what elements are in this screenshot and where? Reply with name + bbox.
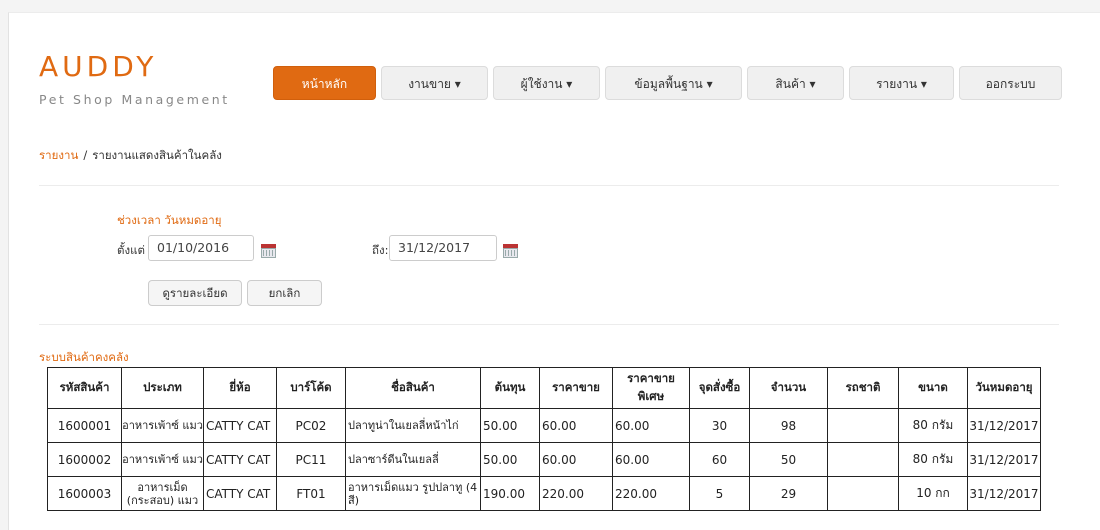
cell-size: 80 กรัม bbox=[898, 442, 968, 477]
col-header: ประเภท bbox=[121, 367, 204, 409]
cell-flavor bbox=[827, 476, 899, 511]
view-details-button[interactable]: ดูรายละเอียด bbox=[148, 280, 242, 306]
from-date-input[interactable]: 01/10/2016 bbox=[148, 235, 254, 261]
table-row: 1600003 อาหารเม็ด (กระสอบ) แมว CATTY CAT… bbox=[47, 476, 1041, 511]
cell-name: ปลาซาร์ดีนในเยลลี่ bbox=[345, 442, 481, 477]
col-header: ราคาขาย พิเศษ bbox=[612, 367, 690, 409]
breadcrumb: รายงาน / รายงานแสดงสินค้าในคลัง bbox=[39, 147, 222, 165]
col-header: ขนาด bbox=[898, 367, 968, 409]
brand-subtitle: Pet Shop Management bbox=[39, 92, 230, 107]
calendar-icon[interactable] bbox=[261, 244, 276, 258]
breadcrumb-separator: / bbox=[83, 148, 88, 162]
cell-code: 1600003 bbox=[47, 476, 122, 511]
cell-category: อาหารเม็ด (กระสอบ) แมว bbox=[121, 476, 204, 511]
cell-barcode: PC02 bbox=[276, 408, 346, 443]
cell-code: 1600002 bbox=[47, 442, 122, 477]
brand-logo: AUDDY Pet Shop Management bbox=[39, 50, 230, 108]
cell-price: 220.00 bbox=[539, 476, 613, 511]
nav-master-data[interactable]: ข้อมูลพื้นฐาน ▾ bbox=[605, 66, 742, 100]
cell-size: 80 กรัม bbox=[898, 408, 968, 443]
cell-name: อาหารเม็ดแมว รูปปลาทู (4 สี) bbox=[345, 476, 481, 511]
nav-sales[interactable]: งานขาย ▾ bbox=[381, 66, 488, 100]
cell-brand: CATTY CAT bbox=[203, 442, 277, 477]
cell-reorder-point: 5 bbox=[689, 476, 750, 511]
col-header: รหัสสินค้า bbox=[47, 367, 122, 409]
cell-quantity: 29 bbox=[749, 476, 828, 511]
breadcrumb-link-reports[interactable]: รายงาน bbox=[39, 148, 78, 162]
nav-users[interactable]: ผู้ใช้งาน ▾ bbox=[493, 66, 600, 100]
cell-category: อาหารเพ้าซ์ แมว bbox=[121, 408, 204, 443]
cell-size: 10 กก bbox=[898, 476, 968, 511]
nav-products[interactable]: สินค้า ▾ bbox=[747, 66, 844, 100]
cell-quantity: 50 bbox=[749, 442, 828, 477]
table-row: 1600001 อาหารเพ้าซ์ แมว CATTY CAT PC02 ป… bbox=[47, 408, 1041, 443]
col-header: ต้นทุน bbox=[480, 367, 540, 409]
cell-barcode: FT01 bbox=[276, 476, 346, 511]
cell-reorder-point: 60 bbox=[689, 442, 750, 477]
cell-cost: 190.00 bbox=[480, 476, 540, 511]
cell-brand: CATTY CAT bbox=[203, 408, 277, 443]
cell-quantity: 98 bbox=[749, 408, 828, 443]
filter-title: ช่วงเวลา วันหมดอายุ bbox=[117, 213, 222, 227]
cell-price: 60.00 bbox=[539, 408, 613, 443]
section-title: ระบบสินค้าคงคลัง bbox=[39, 350, 129, 364]
cell-reorder-point: 30 bbox=[689, 408, 750, 443]
col-header: วันหมดอายุ bbox=[967, 367, 1041, 409]
cell-category: อาหารเพ้าซ์ แมว bbox=[121, 442, 204, 477]
cell-special-price: 220.00 bbox=[612, 476, 690, 511]
divider-mid bbox=[39, 324, 1059, 325]
to-date-input[interactable]: 31/12/2017 bbox=[389, 235, 497, 261]
cell-barcode: PC11 bbox=[276, 442, 346, 477]
col-header: จำนวน bbox=[749, 367, 828, 409]
calendar-icon[interactable] bbox=[503, 244, 518, 258]
breadcrumb-current: รายงานแสดงสินค้าในคลัง bbox=[92, 148, 222, 162]
col-header: จุดสั่งซื้อ bbox=[689, 367, 750, 409]
nav-home[interactable]: หน้าหลัก bbox=[273, 66, 376, 100]
cell-special-price: 60.00 bbox=[612, 408, 690, 443]
table-row: 1600002 อาหารเพ้าซ์ แมว CATTY CAT PC11 ป… bbox=[47, 442, 1041, 477]
cell-cost: 50.00 bbox=[480, 442, 540, 477]
col-header: บาร์โค้ด bbox=[276, 367, 346, 409]
col-header: ราคาขาย bbox=[539, 367, 613, 409]
cell-name: ปลาทูน่าในเยลลี่หน้าไก่ bbox=[345, 408, 481, 443]
cell-cost: 50.00 bbox=[480, 408, 540, 443]
cell-flavor bbox=[827, 408, 899, 443]
to-label: ถึง: bbox=[372, 243, 389, 257]
cell-expiry: 31/12/2017 bbox=[967, 408, 1041, 443]
inventory-table: รหัสสินค้า ประเภท ยี่ห้อ บาร์โค้ด ชื่อสิ… bbox=[47, 367, 1041, 511]
cell-price: 60.00 bbox=[539, 442, 613, 477]
col-header: ชื่อสินค้า bbox=[345, 367, 481, 409]
divider-top bbox=[39, 185, 1059, 186]
nav-logout[interactable]: ออกระบบ bbox=[959, 66, 1062, 100]
cell-expiry: 31/12/2017 bbox=[967, 442, 1041, 477]
cell-code: 1600001 bbox=[47, 408, 122, 443]
col-header: รถชาติ bbox=[827, 367, 899, 409]
nav-reports[interactable]: รายงาน ▾ bbox=[849, 66, 954, 100]
table-header-row: รหัสสินค้า ประเภท ยี่ห้อ บาร์โค้ด ชื่อสิ… bbox=[47, 367, 1041, 409]
cell-flavor bbox=[827, 442, 899, 477]
brand-name: AUDDY bbox=[39, 50, 158, 83]
cell-special-price: 60.00 bbox=[612, 442, 690, 477]
col-header: ยี่ห้อ bbox=[203, 367, 277, 409]
cell-expiry: 31/12/2017 bbox=[967, 476, 1041, 511]
cancel-button[interactable]: ยกเลิก bbox=[247, 280, 322, 306]
cell-brand: CATTY CAT bbox=[203, 476, 277, 511]
